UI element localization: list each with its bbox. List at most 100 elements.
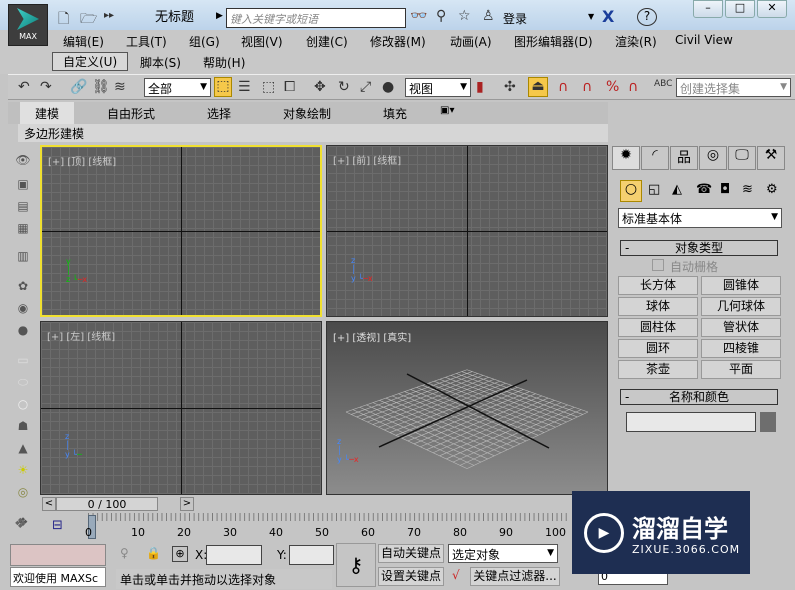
modify-tab-icon[interactable]: ◜ — [641, 146, 669, 170]
scale-icon[interactable]: ⤢ — [360, 79, 371, 95]
mini-curve-icon[interactable]: ⊟ — [52, 518, 63, 533]
menu-modifiers[interactable]: 修改器(M) — [370, 33, 426, 50]
menu-views[interactable]: 视图(V) — [241, 33, 283, 50]
y-coord-input[interactable] — [289, 545, 334, 565]
rotate-icon[interactable]: ↻ — [338, 79, 350, 95]
percent-snap-icon[interactable]: % — [606, 79, 619, 95]
geometry-icon[interactable]: ○ — [620, 180, 642, 202]
create-4-button[interactable]: 圆柱体 — [618, 318, 698, 337]
menu-group[interactable]: 组(G) — [189, 33, 220, 50]
ribbon-tab-modeling[interactable]: 建模 — [20, 102, 74, 124]
create-8-button[interactable]: 茶壶 — [618, 360, 698, 379]
unlink-icon[interactable]: ⛓ — [92, 79, 110, 95]
hierarchy-tab-icon[interactable]: 品 — [670, 146, 698, 170]
create-tab-icon[interactable]: ✹ — [612, 146, 640, 170]
box-icon[interactable]: ▭ — [15, 353, 31, 367]
create-3-button[interactable]: 几何球体 — [701, 297, 781, 316]
utilities-tab-icon[interactable]: ⚒ — [757, 146, 785, 170]
container-icon[interactable]: ▥ — [15, 249, 31, 263]
sphere-icon[interactable]: ● — [15, 323, 31, 337]
display-tab-icon[interactable]: 🖵 — [728, 146, 756, 170]
ribbon-tab-freeform[interactable]: 自由形式 — [107, 105, 155, 122]
login-button[interactable]: 登录 — [503, 10, 527, 27]
maxscript-input[interactable]: 欢迎使用 MAXSc — [10, 567, 106, 587]
login-dropdown-icon[interactable]: ▼ — [588, 12, 594, 21]
select-by-name-icon[interactable]: ☰ — [238, 79, 251, 95]
satellite-icon[interactable]: ⚲ — [436, 8, 446, 24]
camera-icon[interactable]: ☗ — [15, 419, 31, 433]
create-1-button[interactable]: 圆锥体 — [701, 276, 781, 295]
set-key-mode-icon[interactable]: ⚷ — [336, 543, 376, 587]
create-6-button[interactable]: 圆环 — [618, 339, 698, 358]
isolate-icon[interactable]: ♀ — [120, 546, 129, 560]
search-input[interactable]: 键入关键字或短语 — [226, 8, 406, 28]
binoculars-icon[interactable]: 👓 — [410, 8, 427, 24]
placement-icon[interactable]: ● — [382, 79, 394, 95]
menu-create[interactable]: 创建(C) — [306, 33, 348, 50]
category-dropdown[interactable]: 标准基本体 — [618, 208, 782, 228]
prev-frame-button[interactable]: < — [42, 497, 56, 511]
motion-tab-icon[interactable]: ◎ — [699, 146, 727, 170]
eye-icon[interactable]: 👁 — [15, 153, 31, 167]
move-icon[interactable]: ✥ — [314, 79, 326, 95]
rollout-object-type[interactable]: - 对象类型 — [620, 240, 778, 256]
exchange-icon[interactable]: X — [602, 7, 614, 26]
named-selection-input[interactable]: 创建选择集 — [676, 78, 791, 97]
create-7-button[interactable]: 四棱锥 — [701, 339, 781, 358]
systems-icon[interactable]: ⚙ — [766, 182, 778, 197]
snap-3d-icon[interactable]: ∩ — [558, 79, 568, 95]
shape-icon[interactable]: ⬭ — [15, 375, 31, 389]
circle-icon[interactable]: ○ — [15, 397, 31, 411]
viewport-top[interactable]: [+] [顶] [线框] y │ z └─x — [40, 145, 322, 317]
ribbon-tab-selection[interactable]: 选择 — [207, 105, 231, 122]
track-icon[interactable]: ❖ — [14, 516, 27, 532]
link-icon[interactable]: 🔗 — [70, 79, 87, 95]
maxscript-listener[interactable] — [10, 544, 106, 566]
autogrid-checkbox[interactable] — [652, 259, 664, 271]
maximize-button[interactable]: □ — [725, 0, 755, 18]
star-icon[interactable]: ☆ — [458, 8, 471, 24]
object-color-swatch[interactable] — [760, 412, 776, 432]
viewport-label[interactable]: [+] [前] [线框] — [333, 152, 401, 167]
search-expand-icon[interactable]: ▶ — [216, 11, 223, 21]
more-icon[interactable]: ▸▸ — [104, 10, 114, 21]
lock-icon[interactable]: 🔒 — [146, 546, 161, 560]
table-icon[interactable]: ▦ — [15, 221, 31, 235]
app-menu-button[interactable]: MAX — [8, 4, 48, 46]
redo-icon[interactable]: ↷ — [40, 79, 52, 95]
open-file-icon[interactable]: 🗁 — [80, 8, 97, 32]
create-9-button[interactable]: 平面 — [701, 360, 781, 379]
menu-edit[interactable]: 编辑(E) — [63, 33, 104, 50]
key-tangent-icon[interactable]: √ — [452, 568, 460, 582]
key-filters-button[interactable]: 关键点过滤器... — [470, 567, 560, 586]
selection-filter-dropdown[interactable]: 全部 — [144, 78, 211, 97]
ribbon-subtab-polygon-modeling[interactable]: 多边形建模 — [24, 125, 84, 142]
pivot-icon[interactable]: ▮ — [476, 79, 484, 95]
auto-key-button[interactable]: 自动关键点 — [378, 544, 444, 563]
display-icon[interactable]: ✿ — [15, 279, 31, 293]
create-2-button[interactable]: 球体 — [618, 297, 698, 316]
spinner-snap-icon[interactable]: ∩ — [628, 79, 638, 95]
object-name-input[interactable] — [626, 412, 756, 432]
time-slider[interactable]: < 0 / 100 > — [40, 496, 608, 512]
light-icon[interactable]: ☀ — [15, 463, 31, 477]
close-button[interactable]: ✕ — [757, 0, 787, 18]
menu-scripting[interactable]: 脚本(S) — [140, 54, 181, 71]
key-mode-dropdown[interactable]: 选定对象 — [448, 544, 558, 563]
menu-rendering[interactable]: 渲染(R) — [615, 33, 657, 50]
menu-tools[interactable]: 工具(T) — [126, 33, 167, 50]
menu-graph-editors[interactable]: 图形编辑器(D) — [514, 33, 593, 50]
layer-icon[interactable]: ▤ — [15, 199, 31, 213]
create-0-button[interactable]: 长方体 — [618, 276, 698, 295]
window-crossing-icon[interactable]: ⧠ — [284, 79, 295, 95]
cone-icon[interactable]: ▲ — [15, 441, 31, 455]
scene-explorer-icon[interactable]: ▣ — [15, 177, 31, 191]
menu-civil-view[interactable]: Civil View — [675, 33, 733, 47]
bind-spacewarp-icon[interactable]: ≋ — [114, 79, 126, 95]
ribbon-options-icon[interactable]: ▣▾ — [440, 105, 454, 116]
new-file-icon[interactable]: 🗋 — [58, 8, 69, 32]
time-slider-thumb[interactable]: 0 / 100 — [56, 497, 158, 511]
absolute-mode-icon[interactable]: ⊕ — [172, 546, 188, 562]
menu-animation[interactable]: 动画(A) — [450, 33, 492, 50]
help-icon[interactable]: ? — [637, 8, 657, 26]
